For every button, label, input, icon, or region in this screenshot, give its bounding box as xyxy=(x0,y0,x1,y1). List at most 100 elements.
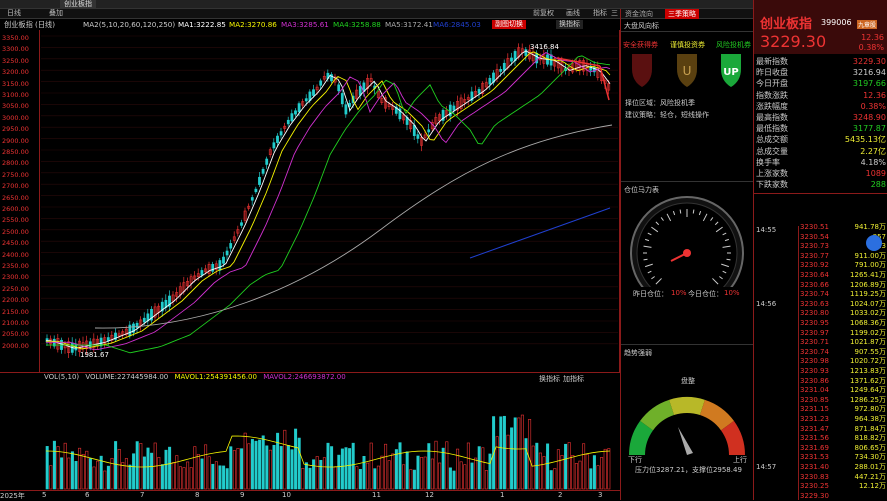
volume-bar xyxy=(445,441,449,490)
position-gauge xyxy=(630,196,744,287)
float-assistant-icon[interactable] xyxy=(866,235,882,251)
tick-price: 3230.74 xyxy=(800,347,829,356)
quote-row: 上涨家数 1089 xyxy=(756,168,886,179)
volume-bar xyxy=(391,453,395,490)
volume-bar xyxy=(168,446,172,490)
tick-row: 3230.85 1286.25万 xyxy=(754,396,887,406)
volume-bar xyxy=(495,436,499,490)
tick-price: 3230.97 xyxy=(800,328,829,337)
yesterday-position-value: 10% xyxy=(671,289,687,297)
volume-bar xyxy=(258,439,262,490)
quote-row: 总成交量 2.27亿 xyxy=(756,146,886,157)
index-code: 399006 xyxy=(821,18,852,27)
indicator-button[interactable]: 指标 xyxy=(590,9,610,18)
vol-info-line: VOL(5,10) VOLUME:227445984.00 MAVOL1:254… xyxy=(44,373,346,381)
volume-bar xyxy=(189,467,193,490)
price-tick-label: 2000.00 xyxy=(2,341,29,350)
volume-bar xyxy=(549,470,553,490)
volume-bar xyxy=(132,453,136,490)
candle-body xyxy=(265,158,269,165)
tab-fund-flow[interactable]: 资金流向 xyxy=(625,9,653,19)
volume-bar xyxy=(337,454,341,490)
tick-volume: 1033.02万 xyxy=(850,309,886,318)
volume-bar xyxy=(312,459,316,490)
volume-bar xyxy=(340,448,344,490)
candlestick-chart[interactable]: 3416.84 1981.67 xyxy=(0,30,620,372)
tick-row: 3231.56 818.82万 xyxy=(754,434,887,444)
candle-body xyxy=(225,250,229,256)
tick-row: 3230.63 1024.07万 xyxy=(754,300,887,310)
volume-bar xyxy=(286,445,290,490)
volume-bar xyxy=(441,447,445,490)
quote-row-label: 总成交量 xyxy=(756,146,788,156)
candle-body xyxy=(502,62,506,71)
tick-volume: 871.84万 xyxy=(854,424,887,433)
vol-change-indicator-button[interactable]: 换指标 xyxy=(539,374,560,384)
volume-bar xyxy=(276,432,280,490)
volume-bar xyxy=(531,445,535,490)
volume-bar xyxy=(499,416,503,490)
volume-bar xyxy=(304,462,308,490)
overlay-button[interactable]: 叠加 xyxy=(46,9,66,18)
price-tick-label: 2200.00 xyxy=(2,296,29,305)
svg-text:U: U xyxy=(683,64,692,78)
quote-row: 下跌家数 288 xyxy=(756,179,886,190)
tick-price: 3230.80 xyxy=(800,309,829,318)
volume-bar xyxy=(319,459,323,490)
volume-bar xyxy=(574,463,578,490)
tab-2[interactable]: 创业板指 xyxy=(60,0,96,9)
tick-row: 3230.74 907.55万 xyxy=(754,348,887,358)
volume-bar xyxy=(513,417,517,490)
tick-price: 3230.77 xyxy=(800,251,829,260)
quote-row-label: 最低指数 xyxy=(756,124,788,134)
ma-line xyxy=(46,55,611,354)
switch-subchart-button[interactable]: 副图切换 xyxy=(492,20,526,29)
tick-row: 3230.74 1119.25万 xyxy=(754,290,887,300)
date-tick-label: 2 xyxy=(558,491,563,499)
candle-body xyxy=(452,105,456,111)
volume-bar xyxy=(373,468,377,490)
volume-bar xyxy=(600,457,604,490)
volume-bar xyxy=(502,415,506,490)
tick-volume: 1068.36万 xyxy=(850,319,886,327)
volume-bar xyxy=(193,446,197,490)
tick-price: 3230.92 xyxy=(800,261,829,270)
draw-line-button[interactable]: 画线 xyxy=(563,9,583,18)
change-indicator-button[interactable]: 换指标 xyxy=(556,20,583,29)
period-button[interactable]: 日线 xyxy=(4,9,24,18)
section-position-title: 仓位马力表 xyxy=(624,186,659,194)
volume-bar xyxy=(484,470,488,490)
volume-bar xyxy=(517,417,521,490)
tick-price: 3231.47 xyxy=(800,424,829,433)
volume-bar xyxy=(474,457,478,490)
tick-price: 3230.83 xyxy=(800,472,829,481)
quote-row-label: 最高指数 xyxy=(756,113,788,122)
advice-label: 建议策略：轻仓，短线操作 xyxy=(625,111,709,119)
tick-row: 3230.64 1265.41万 xyxy=(754,271,887,281)
price-tick-label: 2100.00 xyxy=(2,319,29,327)
candle-body xyxy=(218,260,222,271)
vol-add-indicator-button[interactable]: 加指标 xyxy=(563,374,584,384)
strategy-panel: 资金流向 三季策略 大盘风向标 安全获得券 谨慎投资券 风险投机券 U UP 择… xyxy=(620,9,754,500)
volume-panel[interactable] xyxy=(0,372,620,492)
volume-bar xyxy=(344,447,348,490)
volume-bar xyxy=(470,462,474,490)
tab-strategy[interactable]: 三季策略 xyxy=(665,9,699,19)
tick-price: 3230.64 xyxy=(800,271,829,279)
volume-bar xyxy=(412,469,416,490)
index-change: 12.36 xyxy=(861,33,884,42)
tick-price: 3230.95 xyxy=(800,319,829,327)
tab-1[interactable] xyxy=(2,0,10,9)
candlestick-svg: 3416.84 1981.67 xyxy=(41,35,618,359)
date-tick-label: 7 xyxy=(140,491,145,499)
tick-row: 3230.98 1020.72万 xyxy=(754,357,887,367)
svg-text:UP: UP xyxy=(723,67,738,78)
ma-info-line: 创业板指 (日线) MA2(5,10,20,60,120,250) MA1:32… xyxy=(0,19,620,30)
price-tick-label: 2400.00 xyxy=(2,250,29,259)
low-annotation: 1981.67 xyxy=(80,351,109,359)
candle-body xyxy=(142,317,146,323)
tick-volume: 1265.41万 xyxy=(850,271,886,279)
tick-row: 3230.92 791.00万 xyxy=(754,261,887,271)
candle-body xyxy=(106,337,110,342)
adjust-button[interactable]: 前复权 xyxy=(530,9,557,18)
